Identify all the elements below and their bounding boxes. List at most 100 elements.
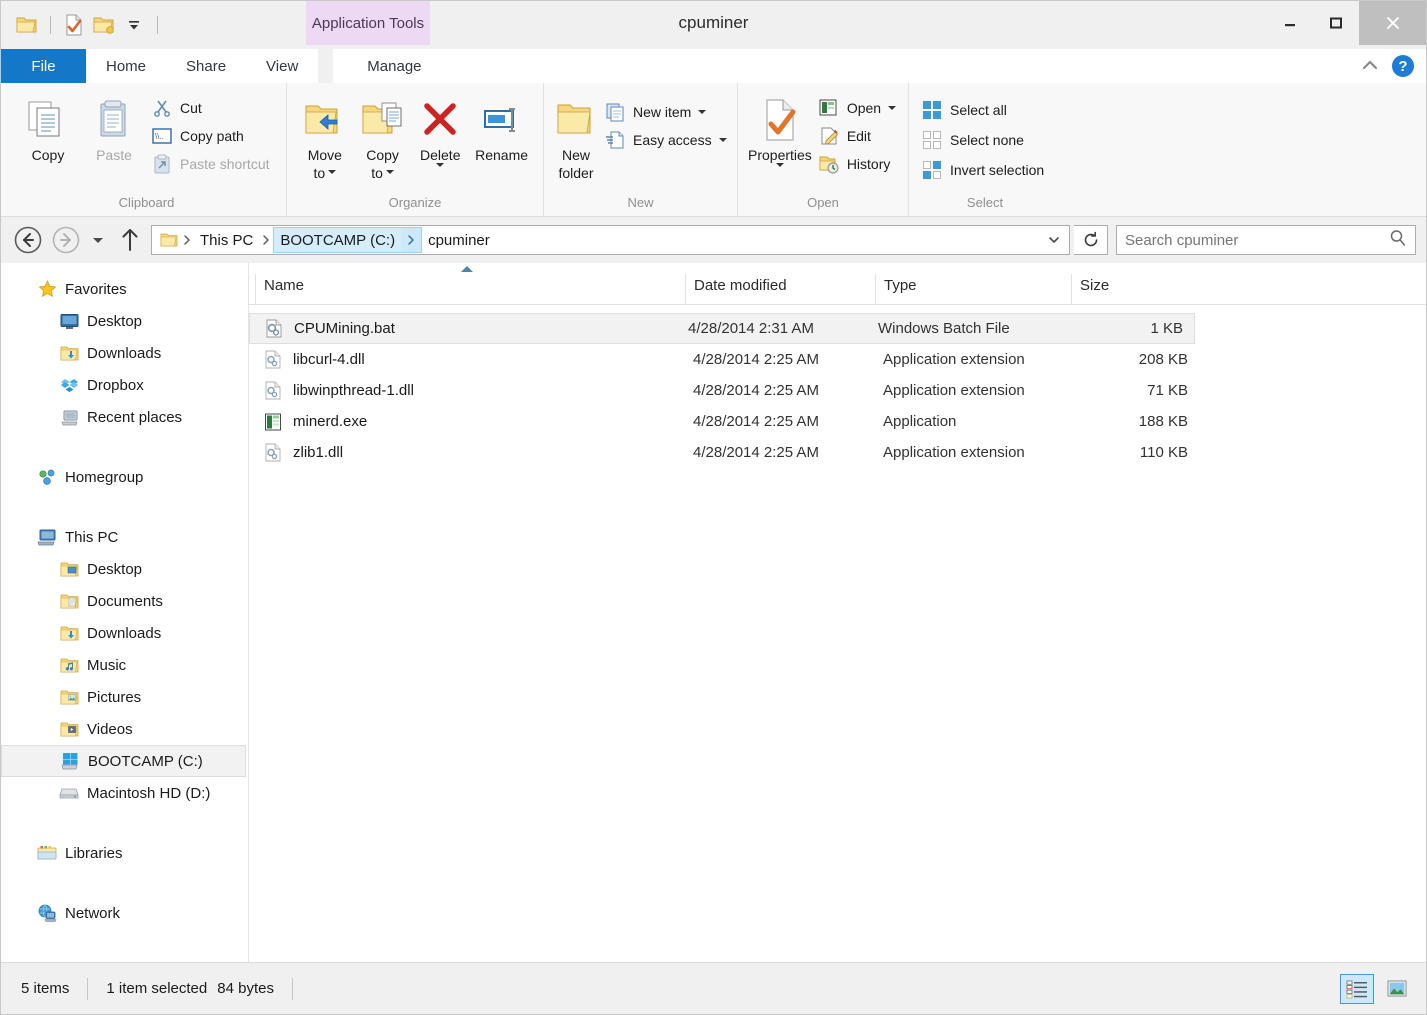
- sidebar-item-libraries[interactable]: Libraries: [1, 837, 248, 869]
- sidebar-item-documents[interactable]: Documents: [1, 585, 248, 617]
- sidebar-item-music[interactable]: Music: [1, 649, 248, 681]
- clipboard-group-label: Clipboard: [118, 195, 175, 210]
- open-button[interactable]: Open: [816, 95, 902, 121]
- sidebar-item-videos[interactable]: Videos: [1, 713, 248, 745]
- large-icons-view-button[interactable]: [1380, 974, 1414, 1004]
- tab-view[interactable]: View: [246, 49, 319, 83]
- invert-selection-button[interactable]: Invert selection: [919, 157, 1050, 183]
- chevron-down-icon[interactable]: [328, 170, 337, 175]
- recent-locations-caret-icon[interactable]: [87, 225, 109, 255]
- column-header-type[interactable]: Type: [875, 274, 1071, 304]
- sidebar-item-desktop-fav[interactable]: Desktop: [1, 305, 248, 337]
- sidebar-item-desktop[interactable]: Desktop: [1, 553, 248, 585]
- rename-button[interactable]: Rename: [470, 91, 533, 163]
- chevron-down-icon[interactable]: [888, 106, 897, 110]
- downloads-folder-icon: [59, 623, 79, 643]
- easy-access-button[interactable]: Easy access: [602, 127, 733, 153]
- breadcrumb-item-bootcamp-c[interactable]: BOOTCAMP (C:): [273, 227, 402, 253]
- tab-file[interactable]: File: [1, 49, 86, 83]
- properties-icon[interactable]: [62, 13, 86, 37]
- select-all-button[interactable]: Select all: [919, 97, 1050, 123]
- chevron-down-icon[interactable]: [436, 163, 445, 168]
- delete-icon: [419, 95, 461, 145]
- table-row[interactable]: libcurl-4.dll 4/28/2014 2:25 AM Applicat…: [249, 344, 1426, 375]
- tab-manage[interactable]: Manage: [333, 49, 456, 83]
- up-button[interactable]: [113, 223, 147, 257]
- breadcrumb-separator[interactable]: [180, 234, 194, 246]
- sidebar-item-homegroup[interactable]: Homegroup: [1, 461, 248, 493]
- breadcrumb-separator[interactable]: [259, 234, 273, 246]
- new-item-button[interactable]: New item: [602, 99, 733, 125]
- folder-icon[interactable]: [15, 13, 39, 37]
- table-row[interactable]: zlib1.dll 4/28/2014 2:25 AM Application …: [249, 437, 1426, 468]
- column-header-size[interactable]: Size: [1071, 274, 1196, 304]
- table-row[interactable]: CPUMining.bat 4/28/2014 2:31 AM Windows …: [249, 313, 1195, 344]
- column-header-name[interactable]: Name: [255, 274, 685, 304]
- column-label: Name: [264, 277, 305, 294]
- windows-drive-icon: [60, 751, 80, 771]
- maximize-button[interactable]: [1313, 1, 1359, 45]
- breadcrumb[interactable]: This PC BOOTCAMP (C:) cpuminer: [151, 225, 1070, 255]
- breadcrumb-separator[interactable]: [401, 227, 423, 253]
- breadcrumb-item-cpuminer[interactable]: cpuminer: [422, 227, 496, 253]
- file-size-cell: 188 KB: [1138, 413, 1188, 430]
- sidebar-item-macintosh-hd-d[interactable]: Macintosh HD (D:): [1, 777, 248, 809]
- select-none-button[interactable]: Select none: [919, 127, 1050, 153]
- file-type-cell: Application extension: [883, 351, 1025, 368]
- paste-shortcut-button[interactable]: Paste shortcut: [149, 151, 276, 177]
- sidebar-item-downloads-fav[interactable]: Downloads: [1, 337, 248, 369]
- column-label: Type: [884, 277, 917, 294]
- delete-button[interactable]: Delete: [412, 91, 468, 168]
- tab-home[interactable]: Home: [86, 49, 167, 83]
- back-button[interactable]: [11, 223, 45, 257]
- ribbon-group-new: New folder New item Easy access New: [544, 83, 738, 216]
- cut-button[interactable]: Cut: [149, 95, 276, 121]
- chevron-down-icon[interactable]: [1041, 227, 1067, 253]
- chevron-down-icon[interactable]: [698, 110, 707, 114]
- search-input[interactable]: Search cpuminer: [1116, 225, 1416, 255]
- sidebar-item-recent-places[interactable]: Recent places: [1, 401, 248, 433]
- sidebar-item-bootcamp-c[interactable]: BOOTCAMP (C:): [1, 745, 246, 777]
- history-button[interactable]: History: [816, 151, 902, 177]
- breadcrumb-item-this-pc[interactable]: This PC: [194, 227, 259, 253]
- paste-button[interactable]: Paste: [83, 91, 145, 163]
- column-header-date-modified[interactable]: Date modified: [685, 274, 875, 304]
- minimize-button[interactable]: [1267, 1, 1313, 45]
- search-icon[interactable]: [1389, 229, 1407, 252]
- sidebar-item-favorites[interactable]: Favorites: [1, 273, 248, 305]
- sidebar-item-label: Music: [87, 656, 127, 674]
- sidebar-item-this-pc[interactable]: This PC: [1, 521, 248, 553]
- close-button[interactable]: [1359, 1, 1426, 45]
- table-row[interactable]: libwinpthread-1.dll 4/28/2014 2:25 AM Ap…: [249, 375, 1426, 406]
- chevron-down-icon[interactable]: [385, 170, 394, 175]
- sidebar-item-label: Network: [65, 904, 121, 922]
- help-icon[interactable]: ?: [1392, 55, 1414, 77]
- table-row[interactable]: minerd.exe 4/28/2014 2:25 AM Application…: [249, 406, 1426, 437]
- tab-share[interactable]: Share: [166, 49, 247, 83]
- chevron-down-icon[interactable]: [718, 138, 727, 142]
- new-folder-button[interactable]: New folder: [554, 91, 598, 181]
- breadcrumb-label: This PC: [200, 231, 254, 249]
- new-folder-icon[interactable]: [92, 13, 116, 37]
- history-icon: [818, 153, 840, 175]
- edit-button[interactable]: Edit: [816, 123, 902, 149]
- sidebar-item-network[interactable]: Network: [1, 897, 248, 929]
- forward-button[interactable]: [49, 223, 83, 257]
- documents-folder-icon: [59, 591, 79, 611]
- file-type-cell: Application: [883, 413, 957, 430]
- details-view-button[interactable]: [1340, 973, 1374, 1004]
- tab-file-label: File: [31, 57, 56, 75]
- copy-button[interactable]: Copy: [17, 91, 79, 163]
- sidebar-item-dropbox[interactable]: Dropbox: [1, 369, 248, 401]
- move-to-button[interactable]: Move to: [297, 91, 353, 181]
- sidebar-item-pictures[interactable]: Pictures: [1, 681, 248, 713]
- copy-path-button[interactable]: \\.. Copy path: [149, 123, 276, 149]
- sidebar-item-downloads[interactable]: Downloads: [1, 617, 248, 649]
- chevron-up-icon[interactable]: [1360, 58, 1380, 74]
- customize-caret-icon[interactable]: [122, 13, 146, 37]
- select-group-label: Select: [966, 195, 1004, 210]
- chevron-down-icon[interactable]: [775, 163, 784, 168]
- copy-to-button[interactable]: Copy to: [355, 91, 411, 181]
- properties-button[interactable]: Properties: [748, 91, 812, 168]
- refresh-button[interactable]: [1074, 225, 1108, 255]
